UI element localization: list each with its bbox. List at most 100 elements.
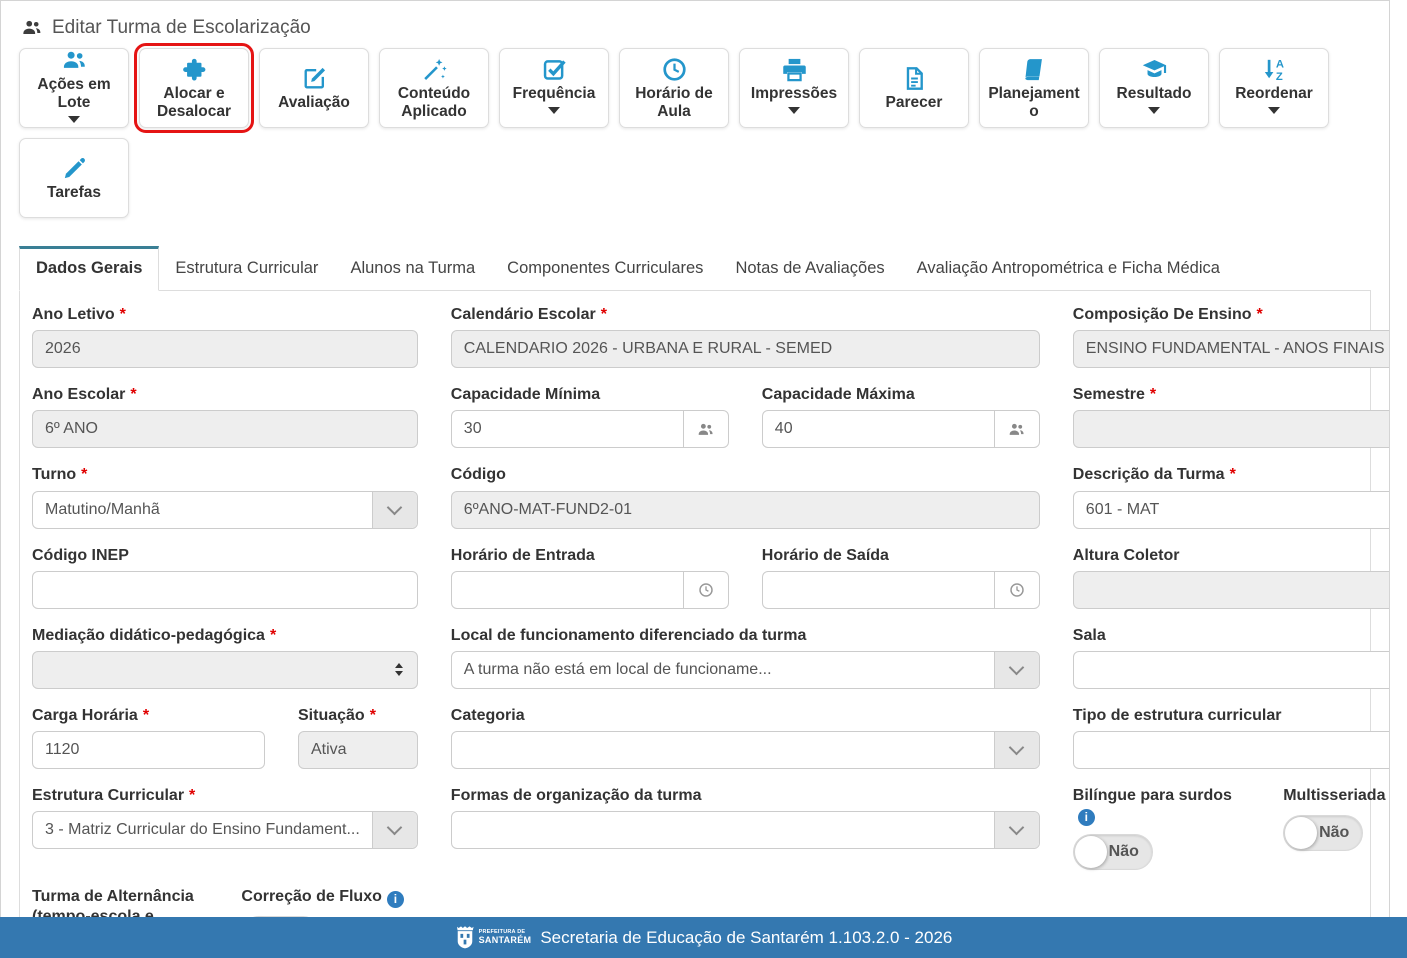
impressoes-button[interactable]: Impressões [739, 48, 849, 128]
tab-dados-gerais[interactable]: Dados Gerais [19, 246, 159, 291]
button-label: Frequência [513, 85, 596, 102]
field-label: Correção de Fluxo [241, 887, 417, 908]
tab-estrutura-curricular[interactable]: Estrutura Curricular [159, 246, 334, 290]
avaliacao-button[interactable]: Avaliação [259, 48, 369, 128]
resultado-button[interactable]: Resultado [1099, 48, 1209, 128]
field-estrutura-curricular: Estrutura Curricular 3 - Matriz Curricul… [32, 786, 418, 870]
parecer-button[interactable]: Parecer [859, 48, 969, 128]
situacao-input: Ativa [298, 731, 418, 769]
caret-down-icon [548, 107, 560, 120]
button-label: Horário de Aula [626, 85, 722, 119]
book-icon [1021, 56, 1048, 83]
bilingue-toggle[interactable]: Não [1073, 834, 1153, 870]
field-label: Ano Escolar [32, 385, 418, 404]
field-label: Altura Coletor [1073, 546, 1390, 565]
codigo-inep-input-group [32, 571, 418, 609]
button-label: Conteúdo Aplicado [386, 85, 482, 119]
field-composicao-de-ensino: Composição De Ensino ENSINO FUNDAMENTAL … [1073, 305, 1390, 368]
horario-saida-input-group [762, 571, 1040, 609]
horario-entrada-input[interactable] [452, 581, 683, 599]
field-multisseriada: Multisseriada Não [1283, 786, 1390, 870]
descricao-da-turma-input[interactable] [1074, 501, 1390, 519]
ano-escolar-input: 6º ANO [32, 410, 418, 448]
tab-alunos-na-turma[interactable]: Alunos na Turma [334, 246, 491, 290]
horario-de-aula-button[interactable]: Horário de Aula [619, 48, 729, 128]
field-label: Semestre [1073, 385, 1390, 404]
button-label: Parecer [886, 94, 943, 111]
page-title: Editar Turma de Escolarização [52, 17, 311, 39]
chevron-down-icon[interactable] [994, 732, 1039, 768]
frequencia-button[interactable]: Frequência [499, 48, 609, 128]
info-icon[interactable] [1078, 809, 1095, 826]
field-altura-coletor: Altura Coletor [1073, 546, 1390, 609]
caret-down-icon [788, 107, 800, 120]
field-label: Descrição da Turma [1073, 465, 1390, 484]
tab-notas-de-avaliacoes[interactable]: Notas de Avaliações [719, 246, 900, 290]
estrutura-curricular-select[interactable]: 3 - Matriz Curricular do Ensino Fundamen… [32, 811, 418, 849]
field-label: Multisseriada [1283, 786, 1390, 807]
field-label: Sala [1073, 626, 1390, 645]
button-label: Ações em Lote [26, 76, 122, 110]
magic-wand-icon [421, 56, 448, 83]
chevron-down-icon[interactable] [994, 812, 1039, 848]
field-label: Capacidade Máxima [762, 385, 1040, 404]
page-header: Editar Turma de Escolarização [1, 1, 1389, 39]
alocar-desalocar-button[interactable]: Alocar e Desalocar [139, 48, 249, 128]
users-addon [994, 411, 1039, 447]
info-icon[interactable] [387, 891, 404, 908]
chevron-down-icon[interactable] [372, 492, 417, 528]
field-label: Estrutura Curricular [32, 786, 418, 805]
svg-text:Z: Z [1275, 71, 1282, 83]
select-arrows-icon [395, 659, 403, 680]
button-label: Reordenar [1235, 85, 1313, 102]
check-square-icon [541, 56, 568, 83]
field-label: Turno [32, 465, 418, 484]
tarefas-button[interactable]: Tarefas [19, 138, 129, 218]
button-label: Tarefas [47, 184, 101, 201]
carga-horaria-input[interactable] [33, 741, 264, 759]
capacidade-minima-input[interactable] [452, 420, 683, 438]
tab-bar: Dados Gerais Estrutura Curricular Alunos… [19, 246, 1371, 291]
horario-entrada-input-group [451, 571, 729, 609]
field-formas-organizacao: Formas de organização da turma [451, 786, 1040, 870]
field-ano-escolar: Ano Escolar 6º ANO [32, 385, 418, 448]
calendario-escolar-input: CALENDARIO 2026 - URBANA E RURAL - SEMED [451, 330, 1040, 368]
reordenar-button[interactable]: AZ Reordenar [1219, 48, 1329, 128]
formas-organizacao-select[interactable] [451, 811, 1040, 849]
field-label: Local de funcionamento diferenciado da t… [451, 626, 1040, 645]
multisseriada-toggle[interactable]: Não [1283, 815, 1363, 851]
tipo-estrutura-select[interactable] [1073, 731, 1390, 769]
chevron-down-icon[interactable] [994, 652, 1039, 688]
planejamento-button[interactable]: Planejamento [979, 48, 1089, 128]
field-label: Capacidade Mínima [451, 385, 729, 404]
tab-componentes-curriculares[interactable]: Componentes Curriculares [491, 246, 719, 290]
field-codigo-inep: Código INEP [32, 546, 418, 609]
users-group-icon [1008, 422, 1025, 437]
categoria-select[interactable] [451, 731, 1040, 769]
chevron-down-icon[interactable] [372, 812, 417, 848]
field-local-funcionamento: Local de funcionamento diferenciado da t… [451, 626, 1040, 689]
field-horario-de-entrada: Horário de Entrada [451, 546, 729, 609]
sala-select[interactable] [1073, 651, 1390, 689]
button-label: Resultado [1117, 85, 1192, 102]
clock-addon [683, 572, 728, 608]
toolbar: Ações em Lote Alocar e Desalocar Avaliaç… [1, 48, 1390, 218]
field-codigo: Código 6ºANO-MAT-FUND2-01 [451, 465, 1040, 528]
capacidade-maxima-input[interactable] [763, 420, 994, 438]
file-text-icon [901, 65, 928, 92]
horario-saida-input[interactable] [763, 581, 994, 599]
field-sala: Sala [1073, 626, 1390, 689]
svg-text:A: A [1275, 58, 1283, 70]
turno-select[interactable]: Matutino/Manhã [32, 491, 418, 529]
local-funcionamento-select[interactable]: A turma não está em local de funcioname.… [451, 651, 1040, 689]
sort-alpha-icon: AZ [1261, 56, 1288, 83]
dados-gerais-form: Ano Letivo 2026 Calendário Escolar CALEN… [19, 291, 1371, 957]
caret-down-icon [68, 116, 80, 129]
conteudo-aplicado-button[interactable]: Conteúdo Aplicado [379, 48, 489, 128]
button-label: Avaliação [278, 94, 350, 111]
acoes-em-lote-button[interactable]: Ações em Lote [19, 48, 129, 128]
codigo-inep-input[interactable] [33, 581, 417, 599]
field-label: Bilíngue para surdos [1073, 786, 1250, 826]
field-calendario-escolar: Calendário Escolar CALENDARIO 2026 - URB… [451, 305, 1040, 368]
tab-avaliacao-antropometrica[interactable]: Avaliação Antropométrica e Ficha Médica [901, 246, 1236, 290]
